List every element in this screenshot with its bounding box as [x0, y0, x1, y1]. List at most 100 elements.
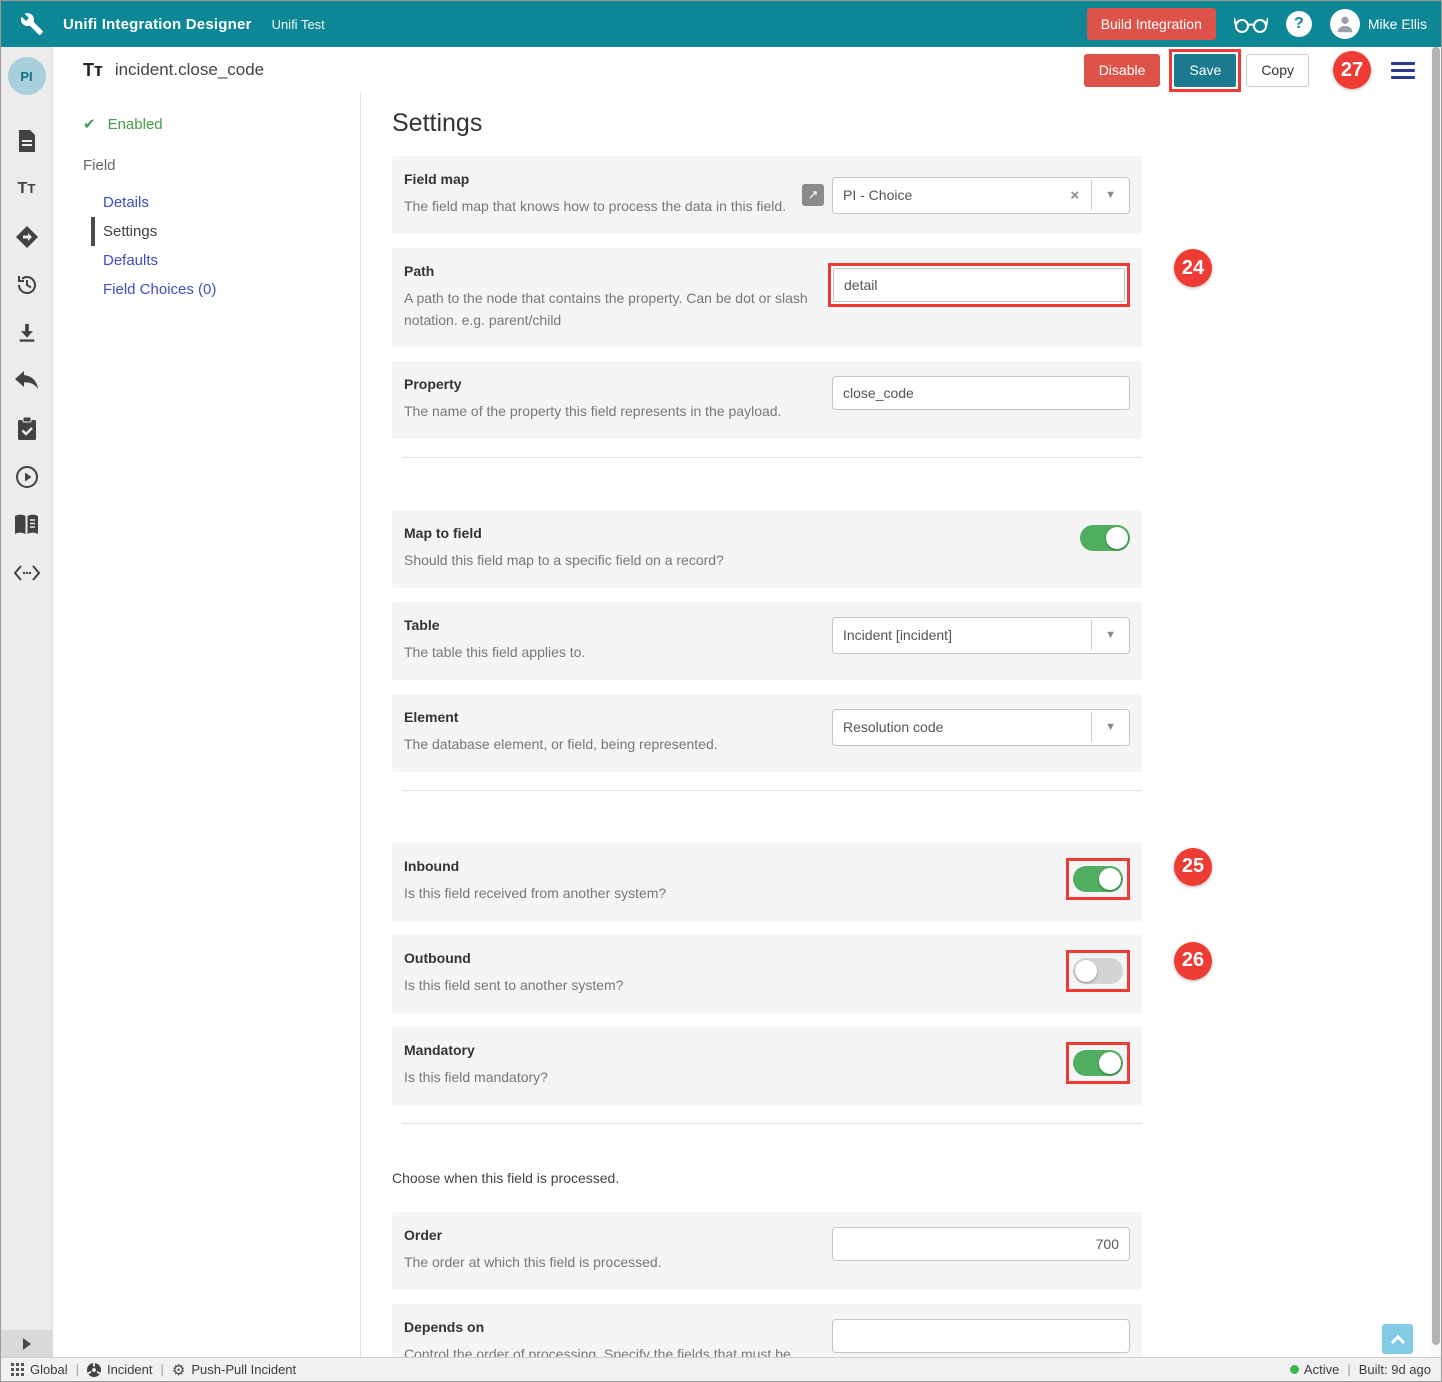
field-row-property: Property The name of the property this f…: [392, 360, 1142, 439]
reply-icon[interactable]: [1, 357, 53, 405]
path-annotation-box: [828, 263, 1130, 307]
download-icon[interactable]: [1, 309, 53, 357]
check-icon: ✔: [83, 116, 96, 133]
element-label: Element: [404, 708, 459, 725]
enabled-label: Enabled: [107, 115, 163, 133]
settings-form: Settings Field map The field map that kn…: [362, 93, 1431, 1357]
path-input[interactable]: [833, 268, 1125, 302]
field-row-depends-on: Depends on Control the order of processi…: [392, 1303, 1142, 1357]
collapse-sidebar-button[interactable]: [1, 1330, 53, 1357]
depends-on-input[interactable]: [832, 1318, 1130, 1353]
nav-item-defaults[interactable]: Defaults: [91, 246, 360, 275]
field-row-mandatory: Mandatory Is this field mandatory?: [392, 1026, 1142, 1105]
divider: [402, 456, 1142, 458]
mandatory-desc: Is this field mandatory?: [404, 1068, 548, 1085]
nav-item-field-choices[interactable]: Field Choices (0): [91, 275, 360, 304]
help-icon[interactable]: ?: [1285, 11, 1312, 37]
scroll-to-top-button[interactable]: [1382, 1324, 1413, 1354]
field-map-desc: The field map that knows how to process …: [404, 198, 787, 214]
wrench-icon: [19, 11, 45, 37]
field-map-select[interactable]: PI - Choice × ▼: [832, 176, 1130, 214]
annotation-badge-24: 24: [1174, 249, 1212, 287]
collapse-arrow-icon: [23, 1337, 31, 1350]
divider: [402, 1122, 1142, 1124]
user-menu[interactable]: Mike Ellis: [1329, 9, 1427, 39]
table-desc: The table this field applies to.: [404, 643, 586, 660]
nav-section-field: Field: [83, 157, 116, 174]
order-input[interactable]: [832, 1226, 1130, 1261]
integration-label: Push-Pull Incident: [191, 1362, 297, 1377]
application-item[interactable]: Incident: [86, 1362, 153, 1377]
glasses-icon[interactable]: [1233, 14, 1268, 34]
active-status-icon: [1289, 1365, 1299, 1374]
order-desc: The order at which this field is process…: [404, 1253, 662, 1270]
build-integration-button[interactable]: Build Integration: [1086, 8, 1216, 40]
map-to-field-desc: Should this field map to a specific fiel…: [404, 551, 724, 568]
page-title: Settings: [392, 109, 483, 137]
clear-icon[interactable]: ×: [1058, 187, 1091, 204]
divider: [402, 789, 1142, 791]
scope-label: Global: [30, 1362, 68, 1377]
gear-icon: ⚙: [171, 1361, 186, 1379]
property-input[interactable]: [832, 375, 1130, 410]
field-row-outbound: Outbound Is this field sent to another s…: [392, 934, 1212, 1013]
integration-item[interactable]: ⚙ Push-Pull Incident: [172, 1361, 296, 1379]
field-type-icon: Tᴛ: [83, 59, 103, 80]
documentation-icon[interactable]: [1, 501, 53, 549]
nav-item-details[interactable]: Details: [91, 188, 360, 217]
scope-item[interactable]: Global: [11, 1362, 68, 1377]
path-desc: A path to the node that contains the pro…: [404, 290, 808, 329]
scrollbar-thumb[interactable]: [1432, 47, 1440, 1345]
chevron-up-icon: [1390, 1334, 1405, 1349]
open-record-icon[interactable]: ↗: [802, 184, 824, 206]
depends-on-desc: Control the order of processing. Specify…: [404, 1345, 791, 1357]
icon-rail: PI TT: [1, 47, 53, 1357]
field-row-field-map: Field map The field map that knows how t…: [392, 156, 1142, 234]
property-desc: The name of the property this field repr…: [404, 402, 782, 419]
chevron-down-icon[interactable]: ▼: [1091, 712, 1129, 743]
enabled-status: ✔ Enabled: [83, 115, 360, 134]
record-titlebar: Tᴛ incident.close_code Disable Save Copy…: [53, 47, 1431, 93]
inbound-label: Inbound: [404, 857, 460, 874]
directions-icon[interactable]: [1, 213, 53, 261]
document-icon[interactable]: [1, 117, 53, 165]
code-icon[interactable]: [1, 549, 53, 597]
annotation-badge-25: 25: [1174, 847, 1212, 886]
depends-on-label: Depends on: [404, 1318, 485, 1335]
inbound-toggle[interactable]: [1073, 865, 1123, 892]
chevron-down-icon[interactable]: ▼: [1091, 180, 1129, 210]
integration-avatar[interactable]: PI: [7, 57, 46, 95]
outbound-toggle[interactable]: [1073, 957, 1123, 984]
app-window: Unifi Integration Designer Unifi Test Bu…: [0, 0, 1442, 1382]
history-icon[interactable]: [1, 261, 53, 309]
save-annotation-box: Save: [1169, 48, 1242, 92]
outbound-annotation-box: [1066, 949, 1130, 992]
copy-button[interactable]: Copy: [1246, 53, 1309, 87]
workspace-name: Unifi Test: [271, 16, 325, 32]
built-label: Built: 9d ago: [1358, 1362, 1431, 1377]
map-to-field-label: Map to field: [404, 524, 482, 541]
table-select[interactable]: Incident [incident] ▼: [832, 616, 1130, 654]
tasks-icon[interactable]: [1, 405, 53, 453]
chevron-down-icon[interactable]: ▼: [1091, 620, 1129, 651]
outbound-desc: Is this field sent to another system?: [404, 976, 624, 993]
field-row-path: Path A path to the node that contains th…: [392, 248, 1212, 347]
app-title: Unifi Integration Designer: [63, 15, 252, 33]
text-field-icon[interactable]: TT: [1, 165, 53, 213]
element-select[interactable]: Resolution code ▼: [832, 708, 1130, 746]
map-to-field-toggle[interactable]: [1080, 524, 1130, 551]
status-bar: Global | Incident | ⚙ Push-Pull Incident…: [1, 1357, 1441, 1381]
disable-button[interactable]: Disable: [1083, 53, 1161, 87]
save-button[interactable]: Save: [1174, 53, 1237, 87]
record-title: incident.close_code: [114, 60, 265, 79]
active-status-label: Active: [1303, 1362, 1340, 1377]
menu-icon[interactable]: [1391, 61, 1415, 79]
mandatory-toggle[interactable]: [1073, 1049, 1123, 1076]
nav-item-settings[interactable]: Settings: [91, 217, 360, 246]
app-header: Unifi Integration Designer Unifi Test Bu…: [1, 1, 1441, 47]
play-icon[interactable]: [1, 453, 53, 501]
field-row-order: Order The order at which this field is p…: [392, 1211, 1142, 1290]
mandatory-annotation-box: [1066, 1041, 1130, 1084]
vertical-scrollbar: [1431, 47, 1441, 1357]
annotation-badge-26: 26: [1174, 941, 1212, 980]
